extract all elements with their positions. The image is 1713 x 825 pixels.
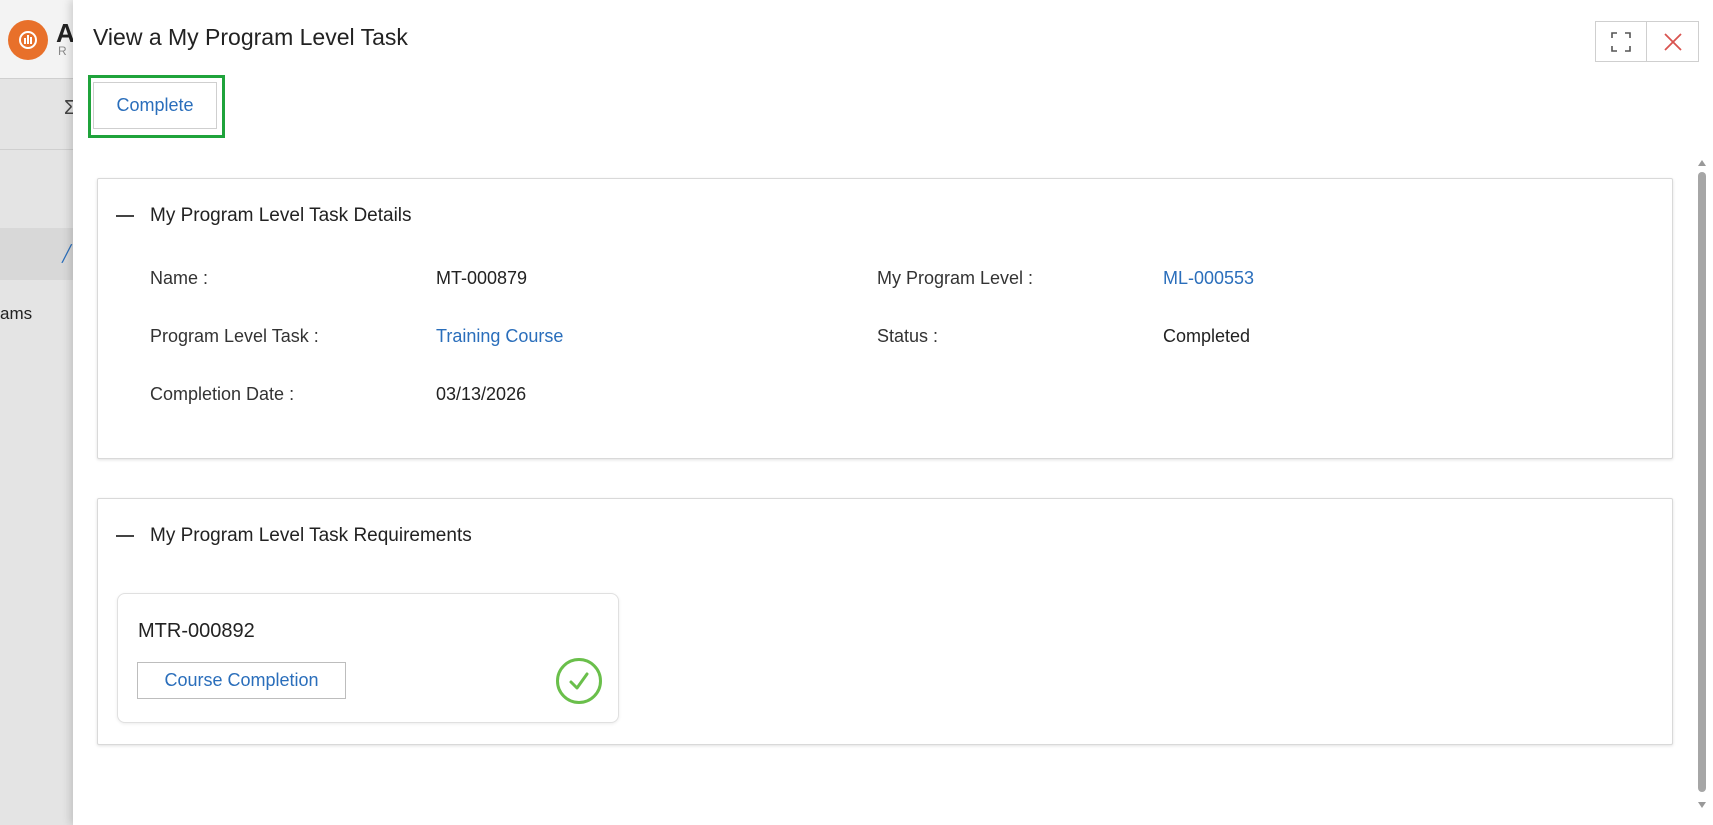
completion-date-value: 03/13/2026 <box>436 384 527 404</box>
task-requirements-section: My Program Level Task Requirements MTR-0… <box>97 498 1673 745</box>
status-label: Status : <box>877 326 939 346</box>
status-value: Completed <box>1163 326 1251 346</box>
complete-button[interactable]: Complete <box>93 82 217 129</box>
task-details-title: My Program Level Task Details <box>150 205 412 226</box>
requirement-id: MTR-000892 <box>138 620 255 642</box>
expand-button[interactable] <box>1595 21 1647 62</box>
app-brand-sub: R <box>58 44 67 58</box>
task-requirements-header[interactable]: My Program Level Task Requirements <box>116 525 472 547</box>
app-logo-icon <box>8 20 48 60</box>
check-circle-icon <box>556 658 602 704</box>
program-level-link[interactable]: ML-000553 <box>1163 268 1254 289</box>
vertical-scrollbar[interactable] <box>1696 160 1708 808</box>
completion-date-label: Completion Date : <box>150 384 295 404</box>
background-header: A R <box>0 0 80 79</box>
program-level-task-label: Program Level Task : <box>150 326 319 346</box>
background-nav-label[interactable]: ams <box>0 304 32 324</box>
program-level-task-link[interactable]: Training Course <box>436 326 563 347</box>
task-details-header[interactable]: My Program Level Task Details <box>116 205 412 227</box>
scrollbar-thumb[interactable] <box>1698 172 1706 792</box>
expand-icon <box>1611 31 1631 52</box>
pencil-icon[interactable]: ╱ <box>62 244 72 264</box>
modal-title: View a My Program Level Task <box>93 24 408 50</box>
close-button[interactable] <box>1647 21 1699 62</box>
name-value: MT-000879 <box>436 268 528 288</box>
course-completion-button[interactable]: Course Completion <box>137 662 346 699</box>
background-app: A R Σ ╱ ams <box>0 0 80 825</box>
name-label: Name : <box>150 268 209 288</box>
view-task-modal: View a My Program Level Task Complete My… <box>73 0 1713 825</box>
collapse-icon[interactable] <box>116 215 134 217</box>
program-level-label: My Program Level : <box>877 268 1034 288</box>
task-details-section: My Program Level Task Details Name : MT-… <box>97 178 1673 459</box>
task-requirements-title: My Program Level Task Requirements <box>150 525 472 546</box>
modal-content: My Program Level Task Details Name : MT-… <box>73 160 1703 825</box>
scroll-down-arrow-icon[interactable] <box>1698 802 1706 808</box>
collapse-icon[interactable] <box>116 535 134 537</box>
requirement-card: MTR-000892 Course Completion <box>117 593 619 723</box>
scroll-up-arrow-icon[interactable] <box>1698 160 1706 166</box>
close-icon <box>1663 32 1682 51</box>
